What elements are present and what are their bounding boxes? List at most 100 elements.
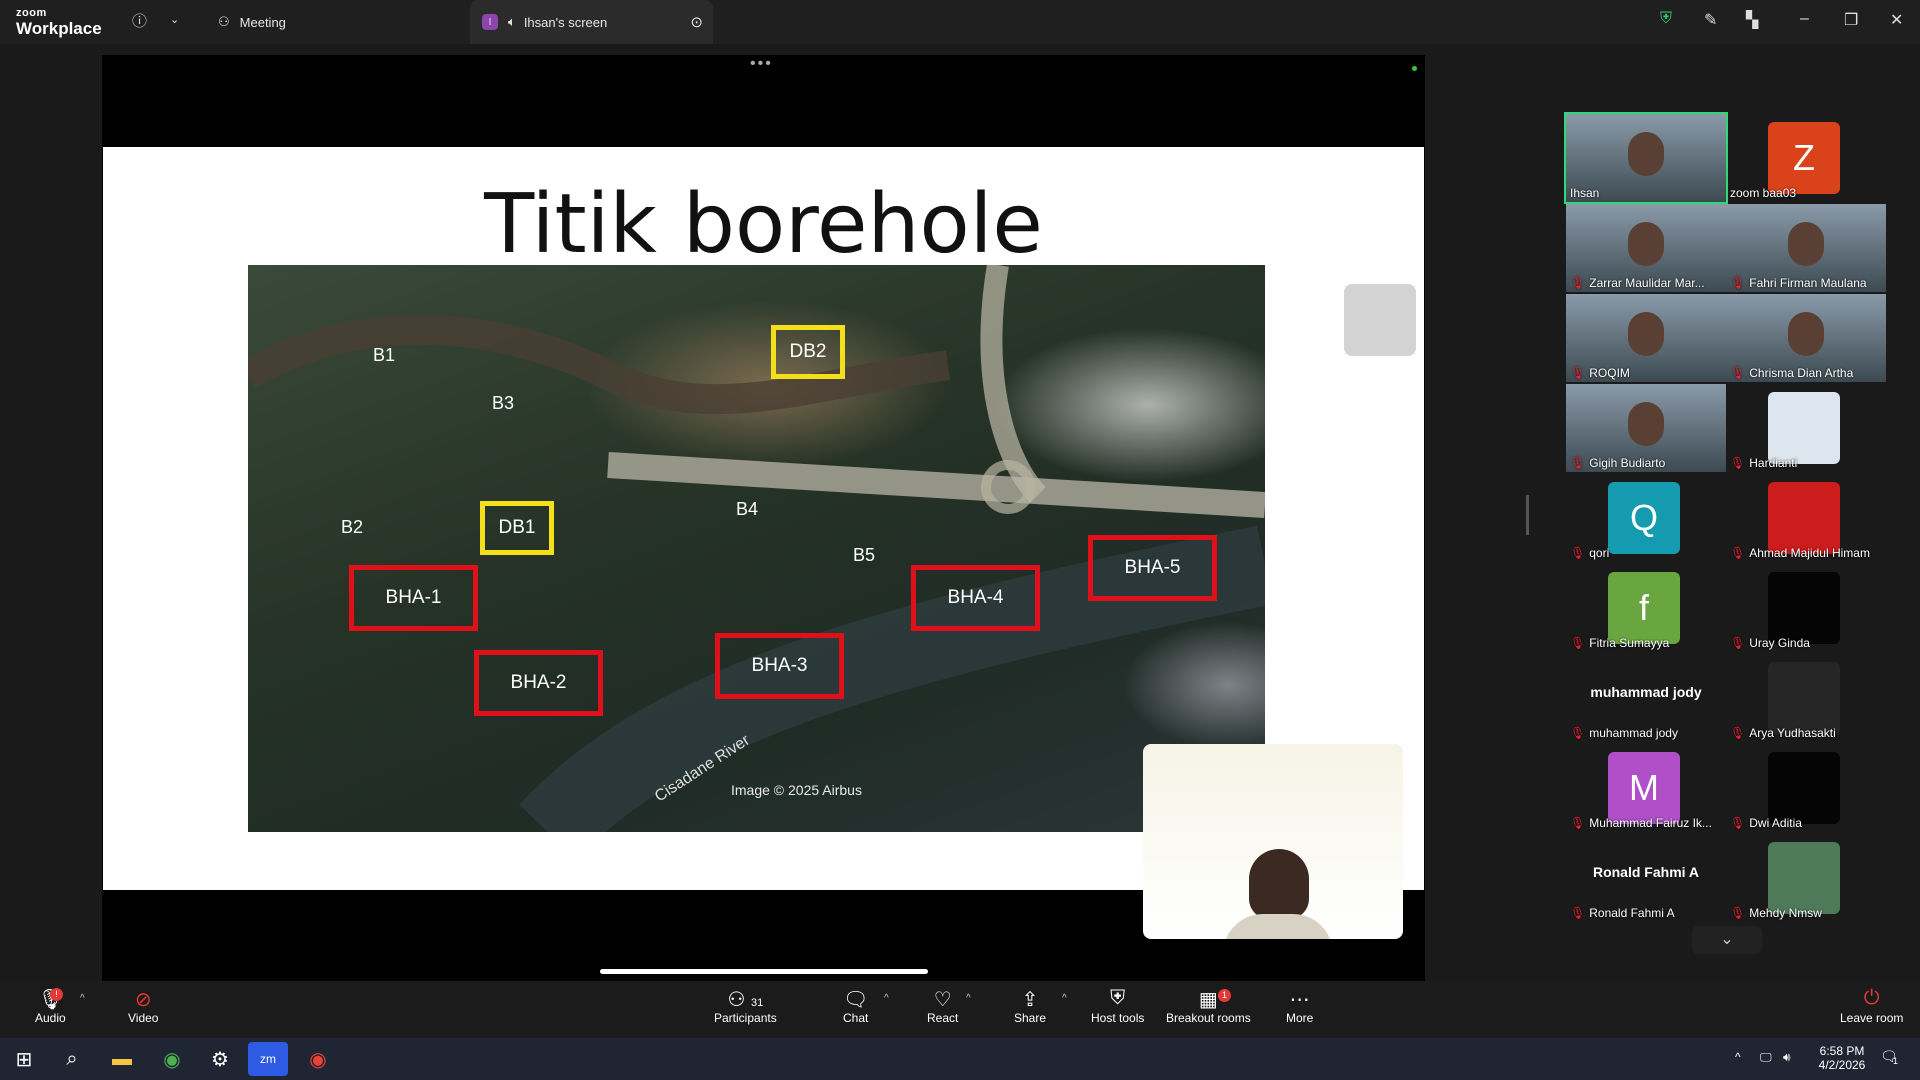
participant-name-text: Chrisma Dian Artha bbox=[1749, 366, 1854, 380]
participant-avatar bbox=[1768, 842, 1840, 914]
participant-name: 🎙︎ muhammad jody bbox=[1570, 726, 1678, 740]
more-button[interactable]: ⋯ More bbox=[1286, 987, 1313, 1025]
participant-display-name: muhammad jody bbox=[1590, 684, 1702, 700]
participant-tile[interactable]: 🎙︎ Dwi Aditia bbox=[1726, 744, 1886, 832]
horizontal-scrollbar[interactable] bbox=[600, 969, 928, 974]
participant-tile[interactable]: 🎙︎ Zarrar Maulidar Mar... bbox=[1566, 204, 1726, 292]
participant-name-text: Gigih Budiarto bbox=[1589, 456, 1666, 470]
windows-start-icon[interactable]: ⊞ bbox=[4, 1042, 44, 1076]
participant-tile[interactable]: 🎙︎ Hardianti bbox=[1726, 384, 1886, 472]
ellipsis-icon[interactable]: ••• bbox=[750, 55, 773, 73]
participant-tile[interactable]: M 🎙︎ Muhammad Fairuz Ik... bbox=[1566, 744, 1726, 832]
notification-count: 1 bbox=[1893, 1056, 1899, 1066]
video-feed bbox=[1628, 132, 1664, 176]
restore-icon[interactable]: ❐ bbox=[1844, 10, 1858, 30]
participant-name: zoom baa03 bbox=[1730, 186, 1796, 200]
chrome-profile-icon[interactable]: ◉ bbox=[298, 1042, 338, 1076]
tray-chevron-icon[interactable]: ^ bbox=[1735, 1050, 1741, 1064]
participant-tile[interactable]: muhammad jody 🎙︎ muhammad jody bbox=[1566, 654, 1726, 742]
breakout-rooms-button[interactable]: ▦ Breakout rooms bbox=[1166, 987, 1251, 1025]
leave-room-button[interactable]: ⏻ Leave room bbox=[1840, 987, 1903, 1025]
file-explorer-icon[interactable]: ▬ bbox=[102, 1042, 142, 1076]
participant-tile[interactable]: 🎙︎ Uray Ginda bbox=[1726, 564, 1886, 652]
participants-button[interactable]: ⚇ 31 Participants bbox=[714, 987, 777, 1025]
share-caret-icon[interactable]: ^ bbox=[1062, 993, 1067, 1004]
floating-video-tile[interactable] bbox=[1143, 744, 1403, 939]
chat-button[interactable]: 🗨︎ Chat bbox=[843, 987, 868, 1025]
participant-tile[interactable]: f 🎙︎ Fitria Sumayya bbox=[1566, 564, 1726, 652]
participant-name: 🎙︎ Fitria Sumayya bbox=[1570, 636, 1669, 650]
react-button[interactable]: ♡ React bbox=[927, 987, 958, 1025]
muted-mic-icon: 🎙︎ bbox=[1730, 906, 1746, 920]
chat-caret-icon[interactable]: ^ bbox=[884, 993, 889, 1004]
muted-mic-icon: 🎙︎ bbox=[1730, 726, 1746, 740]
muted-mic-icon: 🎙︎ bbox=[1570, 276, 1586, 290]
participant-name: 🎙︎ Gigih Budiarto bbox=[1570, 456, 1665, 470]
scroll-down-button[interactable]: ⌄ bbox=[1692, 926, 1762, 954]
participant-tile[interactable]: Ronald Fahmi A 🎙︎ Ronald Fahmi A bbox=[1566, 834, 1726, 922]
shield-icon[interactable]: ⛨ bbox=[1660, 10, 1672, 28]
person-silhouette bbox=[1249, 849, 1309, 919]
participant-tile[interactable]: Zzoom baa03 bbox=[1726, 114, 1886, 202]
participant-tile[interactable]: 🎙︎ Mehdy Nmsw bbox=[1726, 834, 1886, 922]
meeting-toolbar: 🎙︎ Audio ! ^ ⊘ Video ⚇ 31 Participants 🗨… bbox=[0, 981, 1920, 1038]
search-icon[interactable]: ⌕ bbox=[52, 1042, 92, 1076]
zoom-app-icon[interactable]: zm bbox=[248, 1042, 288, 1076]
participant-tile[interactable]: 🎙︎ Gigih Budiarto bbox=[1566, 384, 1726, 472]
box-bha-2: BHA-2 bbox=[474, 650, 603, 716]
participants-label: Participants bbox=[714, 1011, 777, 1025]
host-tools-button[interactable]: ⛨ Host tools bbox=[1091, 987, 1144, 1025]
participant-name-text: qori bbox=[1589, 546, 1610, 560]
participant-tile[interactable]: Q 🎙︎ qori bbox=[1566, 474, 1726, 562]
tab-meeting-label: Meeting bbox=[239, 14, 286, 30]
tab-meeting[interactable]: ⚇ Meeting bbox=[218, 0, 286, 44]
participant-name: Ihsan bbox=[1570, 186, 1599, 200]
box-bha-4: BHA-4 bbox=[911, 565, 1040, 631]
react-caret-icon[interactable]: ^ bbox=[966, 993, 971, 1004]
map-label-b3: B3 bbox=[492, 393, 515, 413]
more-options-icon[interactable]: ⊙ bbox=[690, 13, 703, 31]
pen-icon[interactable]: ✎ bbox=[1704, 10, 1717, 30]
participant-tile[interactable]: 🎙︎ Fahri Firman Maulana bbox=[1726, 204, 1886, 292]
more-label: More bbox=[1286, 1011, 1314, 1025]
participant-avatar bbox=[1768, 572, 1840, 644]
muted-mic-icon: 🎙︎ bbox=[1730, 276, 1746, 290]
minimize-icon[interactable]: – bbox=[1800, 10, 1809, 28]
settings-icon[interactable]: ⚙ bbox=[200, 1042, 240, 1076]
participant-tile[interactable]: 🎙︎ Ahmad Majidul Himam bbox=[1726, 474, 1886, 562]
network-icon[interactable]: 🖵︎ bbox=[1760, 1050, 1772, 1065]
participant-tile[interactable]: 🎙︎ ROQIM bbox=[1566, 294, 1726, 382]
chrome-icon[interactable]: ◉ bbox=[152, 1042, 192, 1076]
participant-tile[interactable]: 🎙︎ Chrisma Dian Artha bbox=[1726, 294, 1886, 382]
info-icon[interactable]: ⓘ bbox=[132, 10, 147, 31]
video-feed bbox=[1628, 222, 1664, 266]
audio-caret-icon[interactable]: ^ bbox=[80, 993, 85, 1004]
participant-name: 🎙︎ Mehdy Nmsw bbox=[1730, 906, 1822, 920]
video-button[interactable]: ⊘ Video bbox=[128, 987, 158, 1025]
floating-control-button[interactable] bbox=[1344, 284, 1416, 356]
speaker-icon: 🔈︎ bbox=[508, 14, 516, 29]
participant-avatar: Z bbox=[1768, 122, 1840, 194]
panel-resize-handle[interactable] bbox=[1526, 495, 1529, 535]
participant-name: 🎙︎ ROQIM bbox=[1570, 366, 1630, 380]
layout-icon[interactable]: ▚ bbox=[1746, 10, 1758, 30]
chevron-down-icon[interactable]: ⌄ bbox=[170, 13, 179, 26]
participant-display-name: Ronald Fahmi A bbox=[1592, 864, 1700, 880]
tab-share-screen[interactable]: I 🔈︎ Ihsan's screen ⊙ bbox=[470, 0, 713, 44]
participant-name: 🎙︎ Uray Ginda bbox=[1730, 636, 1810, 650]
muted-mic-icon: 🎙︎ bbox=[1730, 366, 1746, 380]
close-icon[interactable]: ✕ bbox=[1890, 10, 1903, 30]
participant-tile[interactable]: 🎙︎ Arya Yudhasakti bbox=[1726, 654, 1886, 742]
video-feed bbox=[1788, 312, 1824, 356]
leave-label: Leave room bbox=[1840, 1011, 1904, 1025]
participant-name-text: Hardianti bbox=[1749, 456, 1798, 470]
volume-icon[interactable]: 🔊︎ bbox=[1783, 1050, 1791, 1065]
title-bar: zoom Workplace ⓘ ⌄ ⚇ Meeting I 🔈︎ Ihsan'… bbox=[0, 0, 1920, 44]
person-shoulders bbox=[1223, 914, 1333, 939]
participant-tile[interactable]: Ihsan bbox=[1564, 112, 1728, 204]
clock[interactable]: 6:58 PM 4/2/2026 bbox=[1812, 1044, 1872, 1072]
box-bha-5: BHA-5 bbox=[1088, 535, 1217, 601]
share-label: Share bbox=[1014, 1011, 1047, 1025]
muted-mic-icon: 🎙︎ bbox=[1570, 636, 1586, 650]
share-button[interactable]: ⇪ Share bbox=[1014, 987, 1046, 1025]
